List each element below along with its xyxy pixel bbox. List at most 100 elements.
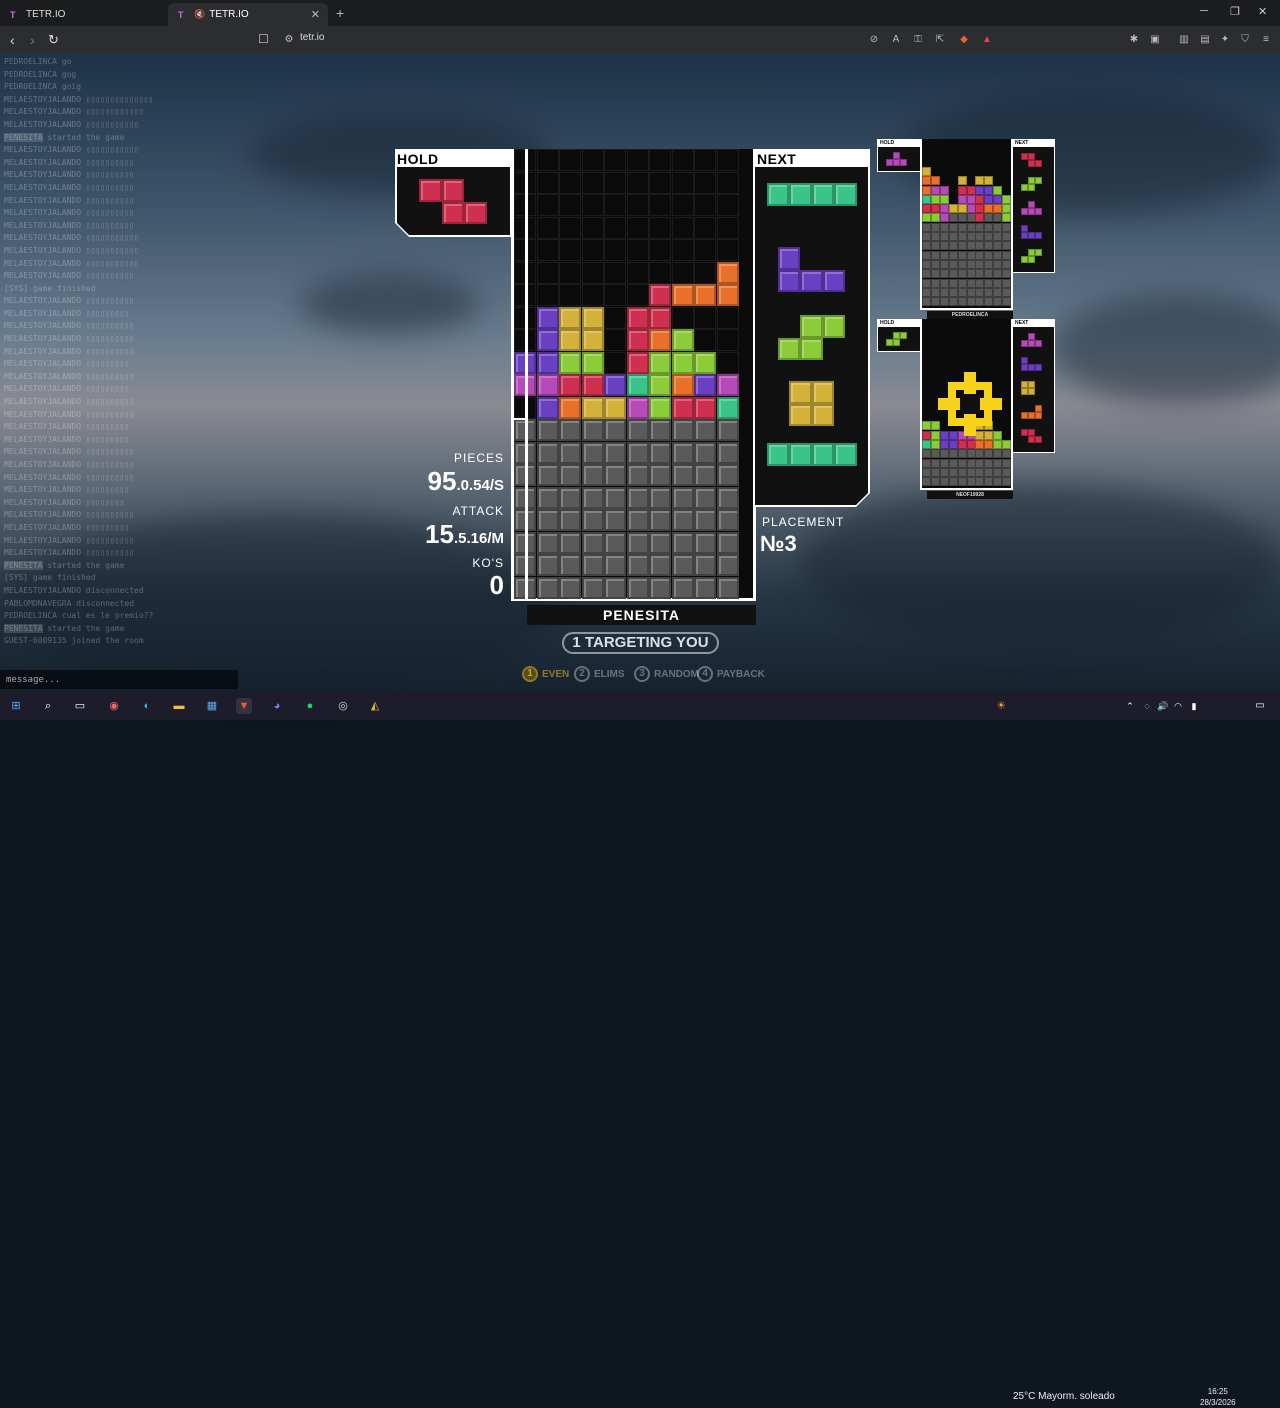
discord-icon[interactable]: ◕ bbox=[269, 698, 285, 714]
vpn-icon[interactable]: ⛉ bbox=[1239, 34, 1251, 46]
chat-user[interactable]: PENESITA bbox=[4, 560, 43, 570]
strategy-elims-button[interactable]: 2 ELIMS bbox=[574, 665, 625, 683]
clock[interactable]: 16:25 28/3/2026 bbox=[1200, 1386, 1236, 1408]
copilot-icon[interactable]: ◉ bbox=[106, 698, 122, 714]
eye-off-icon[interactable]: ⊘ bbox=[868, 34, 880, 46]
brave-shield-icon[interactable]: ◆ bbox=[958, 34, 970, 46]
tray-app-icon[interactable]: ◌ bbox=[1139, 698, 1155, 714]
brave-icon[interactable]: ▼ bbox=[236, 698, 252, 714]
extensions-icon[interactable]: ✱ bbox=[1128, 34, 1140, 46]
chat-user[interactable]: PENESITA bbox=[4, 623, 43, 633]
browser-tab[interactable]: T TETR.IO bbox=[0, 3, 160, 26]
forward-icon[interactable]: › bbox=[30, 32, 35, 48]
chat-user[interactable]: MELAESTOYJALANDO bbox=[4, 460, 81, 469]
bookmark-icon[interactable]: ☐ bbox=[258, 32, 269, 46]
chat-user[interactable]: PENESITA bbox=[4, 132, 43, 142]
chat-user[interactable]: MELAESTOYJALANDO bbox=[4, 145, 81, 154]
app-icon[interactable]: ◭ bbox=[367, 698, 383, 714]
wifi-icon[interactable]: ◠ bbox=[1170, 698, 1186, 714]
notifications-icon[interactable]: ▭ bbox=[1252, 698, 1268, 714]
store-icon[interactable]: ▦ bbox=[204, 698, 220, 714]
chat-user[interactable]: MELAESTOYJALANDO bbox=[4, 586, 81, 595]
chat-user[interactable]: MELAESTOYJALANDO bbox=[4, 296, 81, 305]
chat-user[interactable]: MELAESTOYJALANDO bbox=[4, 334, 81, 343]
chat-user[interactable]: PABLOMONAVEGRA bbox=[4, 599, 71, 608]
speaker-icon[interactable]: 🔊 bbox=[1155, 698, 1171, 714]
strategy-random-button[interactable]: 3 RANDOM bbox=[634, 665, 699, 683]
strategy-payback-button[interactable]: 4 PAYBACK bbox=[697, 665, 765, 683]
chat-message-input[interactable]: message... bbox=[0, 670, 238, 689]
chat-user[interactable]: MELAESTOYJALANDO bbox=[4, 536, 81, 545]
steam-icon[interactable]: ◎ bbox=[335, 698, 351, 714]
wallet-icon[interactable]: ▤ bbox=[1199, 34, 1211, 46]
leo-icon[interactable]: ✦ bbox=[1219, 34, 1231, 46]
chat-user[interactable]: MELAESTOYJALANDO bbox=[4, 196, 81, 205]
chat-user[interactable]: MELAESTOYJALANDO bbox=[4, 246, 81, 255]
translate-icon[interactable]: A bbox=[890, 34, 902, 46]
chat-user[interactable]: PEDROELINCA bbox=[4, 611, 57, 620]
new-tab-button[interactable]: + bbox=[336, 5, 344, 21]
chat-user[interactable]: MELAESTOYJALANDO bbox=[4, 170, 81, 179]
chat-user[interactable]: PEDROELINCA bbox=[4, 82, 57, 91]
chat-user[interactable]: MELAESTOYJALANDO bbox=[4, 422, 81, 431]
share-icon[interactable]: ⇱ bbox=[934, 34, 946, 46]
strategy-even-button[interactable]: 1 EVEN bbox=[522, 665, 569, 683]
mic-icon[interactable]: ▮ bbox=[1186, 698, 1202, 714]
brave-rewards-icon[interactable]: ▲ bbox=[981, 34, 993, 46]
edge-icon[interactable]: ◐ bbox=[139, 698, 155, 714]
chat-user[interactable]: MELAESTOYJALANDO bbox=[4, 410, 81, 419]
sidebar-icon[interactable]: ▥ bbox=[1178, 34, 1190, 46]
chat-user[interactable]: MELAESTOYJALANDO bbox=[4, 473, 81, 482]
chat-user[interactable]: MELAESTOYJALANDO bbox=[4, 548, 81, 557]
chat-user[interactable]: MELAESTOYJALANDO bbox=[4, 447, 81, 456]
chat-user[interactable]: MELAESTOYJALANDO bbox=[4, 372, 81, 381]
chat-user[interactable]: MELAESTOYJALANDO bbox=[4, 510, 81, 519]
reload-icon[interactable]: ↻ bbox=[48, 32, 59, 48]
chat-user[interactable]: PEDROELINCA bbox=[4, 70, 57, 79]
chat-user[interactable]: [SYS] bbox=[4, 284, 28, 293]
chat-user[interactable]: MELAESTOYJALANDO bbox=[4, 309, 81, 318]
chat-user[interactable]: MELAESTOYJALANDO bbox=[4, 107, 81, 116]
chat-user[interactable]: GUEST-6009135 bbox=[4, 636, 67, 645]
chat-user[interactable]: MELAESTOYJALANDO bbox=[4, 271, 81, 280]
browser-tab-active[interactable]: T 🔇 TETR.IO ✕ bbox=[168, 3, 328, 26]
chat-user[interactable]: MELAESTOYJALANDO bbox=[4, 120, 81, 129]
chat-user[interactable]: MELAESTOYJALANDO bbox=[4, 95, 81, 104]
site-info-icon[interactable]: ⚙ bbox=[283, 34, 295, 46]
maximize-button[interactable]: ❐ bbox=[1230, 5, 1240, 18]
chat-user[interactable]: MELAESTOYJALANDO bbox=[4, 259, 81, 268]
task-view-icon[interactable]: ▭ bbox=[72, 698, 88, 714]
close-window-button[interactable]: ✕ bbox=[1258, 5, 1267, 18]
chat-user[interactable]: MELAESTOYJALANDO bbox=[4, 359, 81, 368]
menu-icon[interactable]: ≡ bbox=[1260, 34, 1272, 46]
close-tab-icon[interactable]: ✕ bbox=[311, 8, 320, 21]
chat-user[interactable]: MELAESTOYJALANDO bbox=[4, 321, 81, 330]
chat-user[interactable]: [SYS] bbox=[4, 573, 28, 582]
windows-start-icon[interactable]: ⊞ bbox=[8, 698, 24, 714]
chat-user[interactable]: MELAESTOYJALANDO bbox=[4, 523, 81, 532]
chat-user[interactable]: MELAESTOYJALANDO bbox=[4, 485, 81, 494]
minimize-button[interactable]: ─ bbox=[1200, 5, 1208, 17]
chat-user[interactable]: MELAESTOYJALANDO bbox=[4, 183, 81, 192]
url-field[interactable]: tetr.io bbox=[300, 32, 324, 43]
chat-user[interactable]: MELAESTOYJALANDO bbox=[4, 233, 81, 242]
chat-user[interactable]: MELAESTOYJALANDO bbox=[4, 221, 81, 230]
chat-user[interactable]: MELAESTOYJALANDO bbox=[4, 158, 81, 167]
key-icon[interactable]: ⚿ bbox=[912, 34, 924, 46]
chat-user[interactable]: MELAESTOYJALANDO bbox=[4, 347, 81, 356]
chat-user[interactable]: MELAESTOYJALANDO bbox=[4, 384, 81, 393]
spotify-icon[interactable]: ● bbox=[302, 698, 318, 714]
chat-user[interactable]: MELAESTOYJALANDO bbox=[4, 397, 81, 406]
chat-user[interactable]: MELAESTOYJALANDO bbox=[4, 435, 81, 444]
search-icon[interactable]: ⌕ bbox=[40, 698, 56, 714]
back-icon[interactable]: ‹ bbox=[10, 32, 15, 48]
chat-user[interactable]: MELAESTOYJALANDO bbox=[4, 498, 81, 507]
mute-icon[interactable]: 🔇 bbox=[194, 9, 205, 20]
tab-icon[interactable]: ▣ bbox=[1149, 34, 1161, 46]
chat-user[interactable]: MELAESTOYJALANDO bbox=[4, 208, 81, 217]
chat-user[interactable]: PEDROELINCA bbox=[4, 57, 57, 66]
chat-text: ▯▯▯▯▯▯▯▯▯▯ bbox=[81, 321, 135, 331]
file-explorer-icon[interactable]: ▬ bbox=[171, 698, 187, 714]
opponent-block bbox=[975, 287, 985, 297]
tray-chevron-icon[interactable]: ⌃ bbox=[1122, 698, 1138, 714]
